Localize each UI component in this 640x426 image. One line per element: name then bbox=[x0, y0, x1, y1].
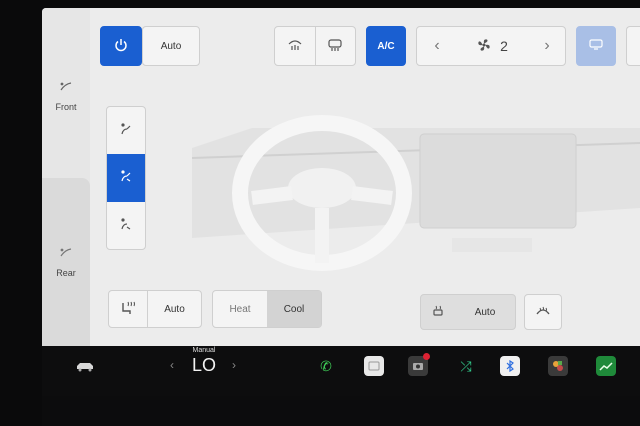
phone-icon[interactable]: ✆ bbox=[316, 356, 336, 376]
airflow-face-icon bbox=[118, 121, 134, 140]
front-defrost-icon bbox=[287, 38, 303, 55]
bezel-top bbox=[0, 0, 640, 8]
airflow-face-button[interactable] bbox=[107, 107, 145, 154]
cool-option[interactable]: Cool bbox=[267, 291, 321, 327]
defrost-group bbox=[274, 26, 356, 66]
camera-icon[interactable] bbox=[408, 353, 430, 376]
ac-button[interactable]: A/C bbox=[366, 26, 406, 66]
seat-auto-button[interactable]: Auto bbox=[147, 291, 201, 327]
airflow-mode-group bbox=[106, 106, 146, 250]
seat-vent-icon bbox=[431, 304, 445, 321]
climate-screen: Front Rear Auto A/C ‹ 2 › Auto Heat Cool… bbox=[42, 8, 640, 346]
notification-dot bbox=[423, 353, 430, 360]
fan-speed-increase[interactable]: › bbox=[527, 27, 567, 65]
airflow-face-feet-button[interactable] bbox=[107, 154, 145, 202]
shuffle-icon[interactable]: ⤮ bbox=[456, 356, 476, 376]
climate-auto-button[interactable]: Auto bbox=[142, 26, 200, 66]
heat-option[interactable]: Heat bbox=[213, 291, 267, 327]
right-seat-auto-button[interactable]: Auto bbox=[455, 295, 515, 329]
fan-icon bbox=[476, 37, 492, 56]
front-defrost-button[interactable] bbox=[275, 27, 315, 65]
fan-speed-control: ‹ 2 › bbox=[416, 26, 566, 66]
right-seat-group: Auto bbox=[420, 294, 516, 330]
extra-control-button[interactable] bbox=[626, 26, 640, 66]
bluetooth-icon[interactable] bbox=[500, 356, 520, 376]
heat-cool-toggle: Heat Cool bbox=[212, 290, 322, 328]
bezel-left bbox=[0, 0, 42, 426]
rear-defrost-icon bbox=[327, 38, 343, 55]
right-seat-heater-button[interactable] bbox=[421, 295, 455, 329]
seat-heater-icon bbox=[120, 300, 136, 319]
rear-defrost-button[interactable] bbox=[314, 27, 356, 65]
games-icon[interactable] bbox=[548, 356, 568, 376]
airflow-face-feet-icon bbox=[118, 168, 134, 187]
temp-value[interactable]: LO bbox=[186, 355, 222, 376]
front-label[interactable]: Front bbox=[48, 102, 84, 112]
recirculate-icon bbox=[589, 38, 603, 54]
recirculate-button[interactable] bbox=[576, 26, 616, 66]
rear-airflow-icon[interactable] bbox=[54, 246, 78, 262]
airflow-feet-icon bbox=[118, 216, 134, 235]
energy-chart-icon[interactable] bbox=[596, 356, 616, 376]
temp-mode-label: Manual bbox=[192, 347, 216, 354]
front-airflow-icon[interactable] bbox=[54, 80, 78, 96]
seat-climate-group: Auto bbox=[108, 290, 202, 328]
steering-heater-icon bbox=[535, 304, 551, 321]
rear-tab[interactable] bbox=[42, 178, 90, 346]
fan-speed-display: 2 bbox=[457, 27, 527, 65]
fan-speed-decrease[interactable]: ‹ bbox=[417, 27, 457, 65]
power-button[interactable] bbox=[100, 26, 142, 66]
cabin-illustration bbox=[192, 115, 640, 271]
seat-heater-button[interactable] bbox=[109, 291, 147, 327]
airflow-feet-button[interactable] bbox=[107, 202, 145, 249]
fan-speed-value: 2 bbox=[500, 38, 508, 54]
steering-heater-button[interactable] bbox=[524, 294, 562, 330]
temp-decrease[interactable]: ‹ bbox=[166, 358, 178, 372]
toybox-icon[interactable] bbox=[364, 356, 384, 376]
rear-label[interactable]: Rear bbox=[48, 268, 84, 278]
power-icon bbox=[114, 38, 128, 55]
car-icon[interactable] bbox=[74, 356, 96, 376]
temp-increase[interactable]: › bbox=[228, 358, 240, 372]
